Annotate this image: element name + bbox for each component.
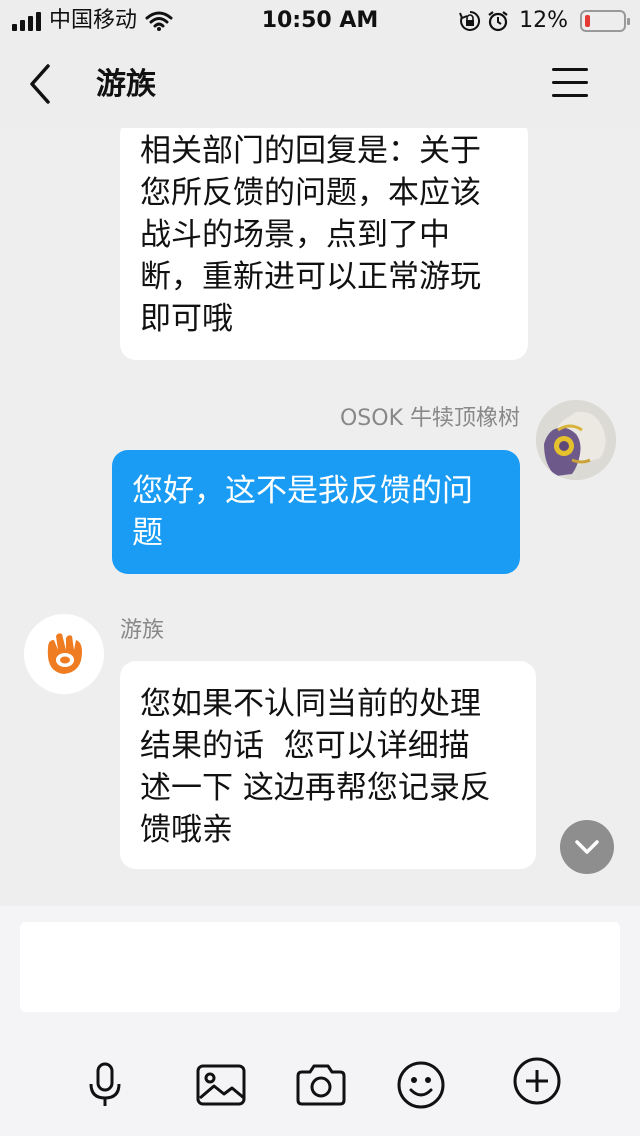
sender-name-user: OSOK 牛犊顶橡树 [339, 406, 520, 431]
chevron-down-icon [575, 840, 599, 854]
user-avatar-image [536, 400, 616, 480]
battery-icon [580, 10, 630, 32]
message-line: 战斗的场景，点到了中 [140, 217, 450, 253]
message-line: 馈哦亲 [140, 812, 233, 848]
camera-icon [296, 1064, 346, 1106]
message-line: 题 [132, 515, 163, 551]
microphone-icon [89, 1062, 121, 1106]
emoji-button[interactable] [394, 1058, 448, 1112]
voice-button[interactable] [78, 1058, 132, 1112]
message-bubble-incoming[interactable]: 您如果不认同当前的处理 结果的话 您可以详细描 述一下 这边再帮您记录反 馈哦亲 [120, 661, 536, 869]
message-line: 述一下 这边再帮您记录反 [140, 770, 491, 806]
image-button[interactable] [194, 1058, 248, 1112]
emoji-icon [397, 1061, 445, 1109]
orientation-lock-icon [459, 10, 481, 32]
battery-level-fill [585, 15, 590, 27]
alarm-icon [487, 10, 509, 32]
youzu-logo-icon [24, 614, 104, 694]
battery-percent: 12% [519, 8, 568, 33]
message-bubble-outgoing[interactable]: 您好，这不是我反馈的问 题 [112, 450, 520, 574]
hamburger-menu-icon [552, 68, 592, 97]
back-button[interactable] [20, 62, 64, 106]
menu-button[interactable] [552, 68, 592, 102]
message-line: 相关部门的回复是：关于 [140, 133, 481, 169]
chevron-left-icon [30, 64, 50, 104]
plus-circle-icon [513, 1057, 561, 1105]
chat-messages[interactable]: 相关部门的回复是：关于 您所反馈的问题，本应该 战斗的场景，点到了中 断，重新进… [0, 128, 640, 906]
nav-bar: 游族 [0, 42, 640, 128]
status-bar: 中国移动 10:50 AM 12% [0, 0, 640, 42]
page-title: 游族 [96, 67, 156, 102]
message-bubble-incoming[interactable]: 相关部门的回复是：关于 您所反馈的问题，本应该 战斗的场景，点到了中 断，重新进… [120, 128, 528, 360]
youzu-avatar[interactable] [24, 614, 104, 694]
scroll-to-bottom-button[interactable] [560, 820, 614, 874]
input-area [0, 906, 640, 1136]
message-line: 断，重新进可以正常游玩 [140, 259, 481, 295]
more-options-button[interactable] [510, 1054, 564, 1108]
image-icon [196, 1064, 246, 1106]
message-input[interactable] [20, 922, 620, 1012]
sender-name-youzu: 游族 [120, 618, 165, 643]
camera-button[interactable] [294, 1058, 348, 1112]
message-line: 您如果不认同当前的处理 [140, 686, 481, 722]
message-line: 您好，这不是我反馈的问 [132, 473, 473, 509]
message-line: 您所反馈的问题，本应该 [140, 175, 481, 211]
user-avatar[interactable] [536, 400, 616, 480]
message-line: 即可哦 [140, 301, 233, 337]
message-line: 结果的话 您可以详细描 [140, 728, 470, 764]
